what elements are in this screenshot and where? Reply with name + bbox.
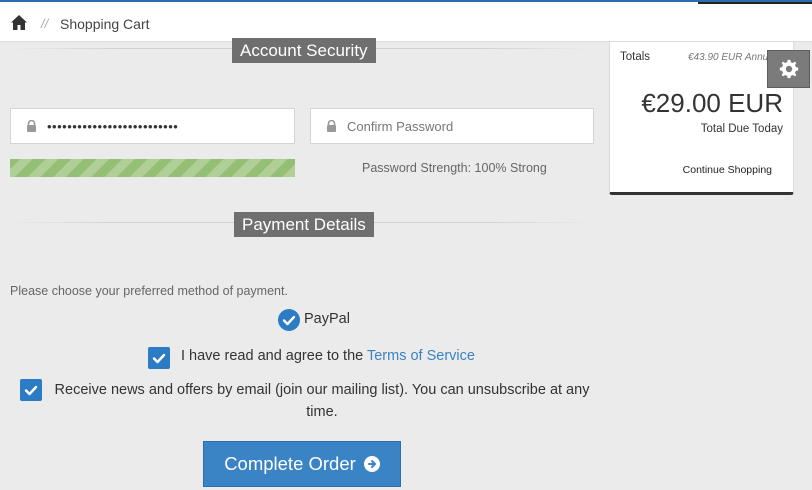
password-strength-text: Password Strength: 100% Strong: [362, 161, 547, 175]
tos-text: I have read and agree to the: [181, 348, 367, 364]
lock-icon: [27, 120, 36, 132]
lock-icon: [327, 120, 336, 132]
confirm-password-field[interactable]: [310, 108, 594, 144]
complete-order-label: Complete Order: [224, 453, 356, 474]
tos-label: I have read and agree to the Terms of Se…: [181, 348, 475, 364]
breadcrumb-separator: //: [41, 16, 49, 31]
continue-shopping-link[interactable]: Continue Shopping: [683, 164, 772, 176]
password-strength-fill: [10, 159, 295, 177]
check-icon: [152, 353, 166, 364]
payment-prompt: Please choose your preferred method of p…: [10, 284, 288, 298]
check-icon: [282, 315, 296, 326]
topbar-accent: [698, 2, 812, 4]
paypal-label[interactable]: PayPal: [304, 311, 350, 327]
terms-of-service-link[interactable]: Terms of Service: [367, 348, 475, 364]
newsletter-checkbox[interactable]: [20, 379, 42, 401]
settings-button[interactable]: [767, 50, 810, 88]
payment-details-title: Payment Details: [234, 212, 374, 237]
gear-icon: [779, 59, 798, 79]
totals-label: Totals: [620, 51, 651, 63]
newsletter-label: Receive news and offers by email (join o…: [54, 382, 590, 420]
account-security-title: Account Security: [232, 38, 376, 63]
arrow-circle-right-icon: [363, 456, 380, 472]
password-strength-bar: [10, 159, 295, 177]
paypal-radio[interactable]: [278, 309, 300, 331]
breadcrumb: // Shopping Cart: [0, 0, 812, 42]
tos-checkbox[interactable]: [148, 347, 170, 369]
password-input[interactable]: [47, 109, 286, 143]
password-field[interactable]: [10, 108, 295, 144]
home-icon[interactable]: [10, 14, 28, 31]
total-due-label: Total Due Today: [700, 123, 783, 135]
total-amount: €29.00 EUR: [641, 88, 783, 118]
complete-order-button[interactable]: Complete Order: [203, 441, 401, 487]
check-icon: [24, 385, 38, 396]
confirm-password-input[interactable]: [347, 109, 585, 143]
breadcrumb-current: Shopping Cart: [60, 16, 150, 32]
